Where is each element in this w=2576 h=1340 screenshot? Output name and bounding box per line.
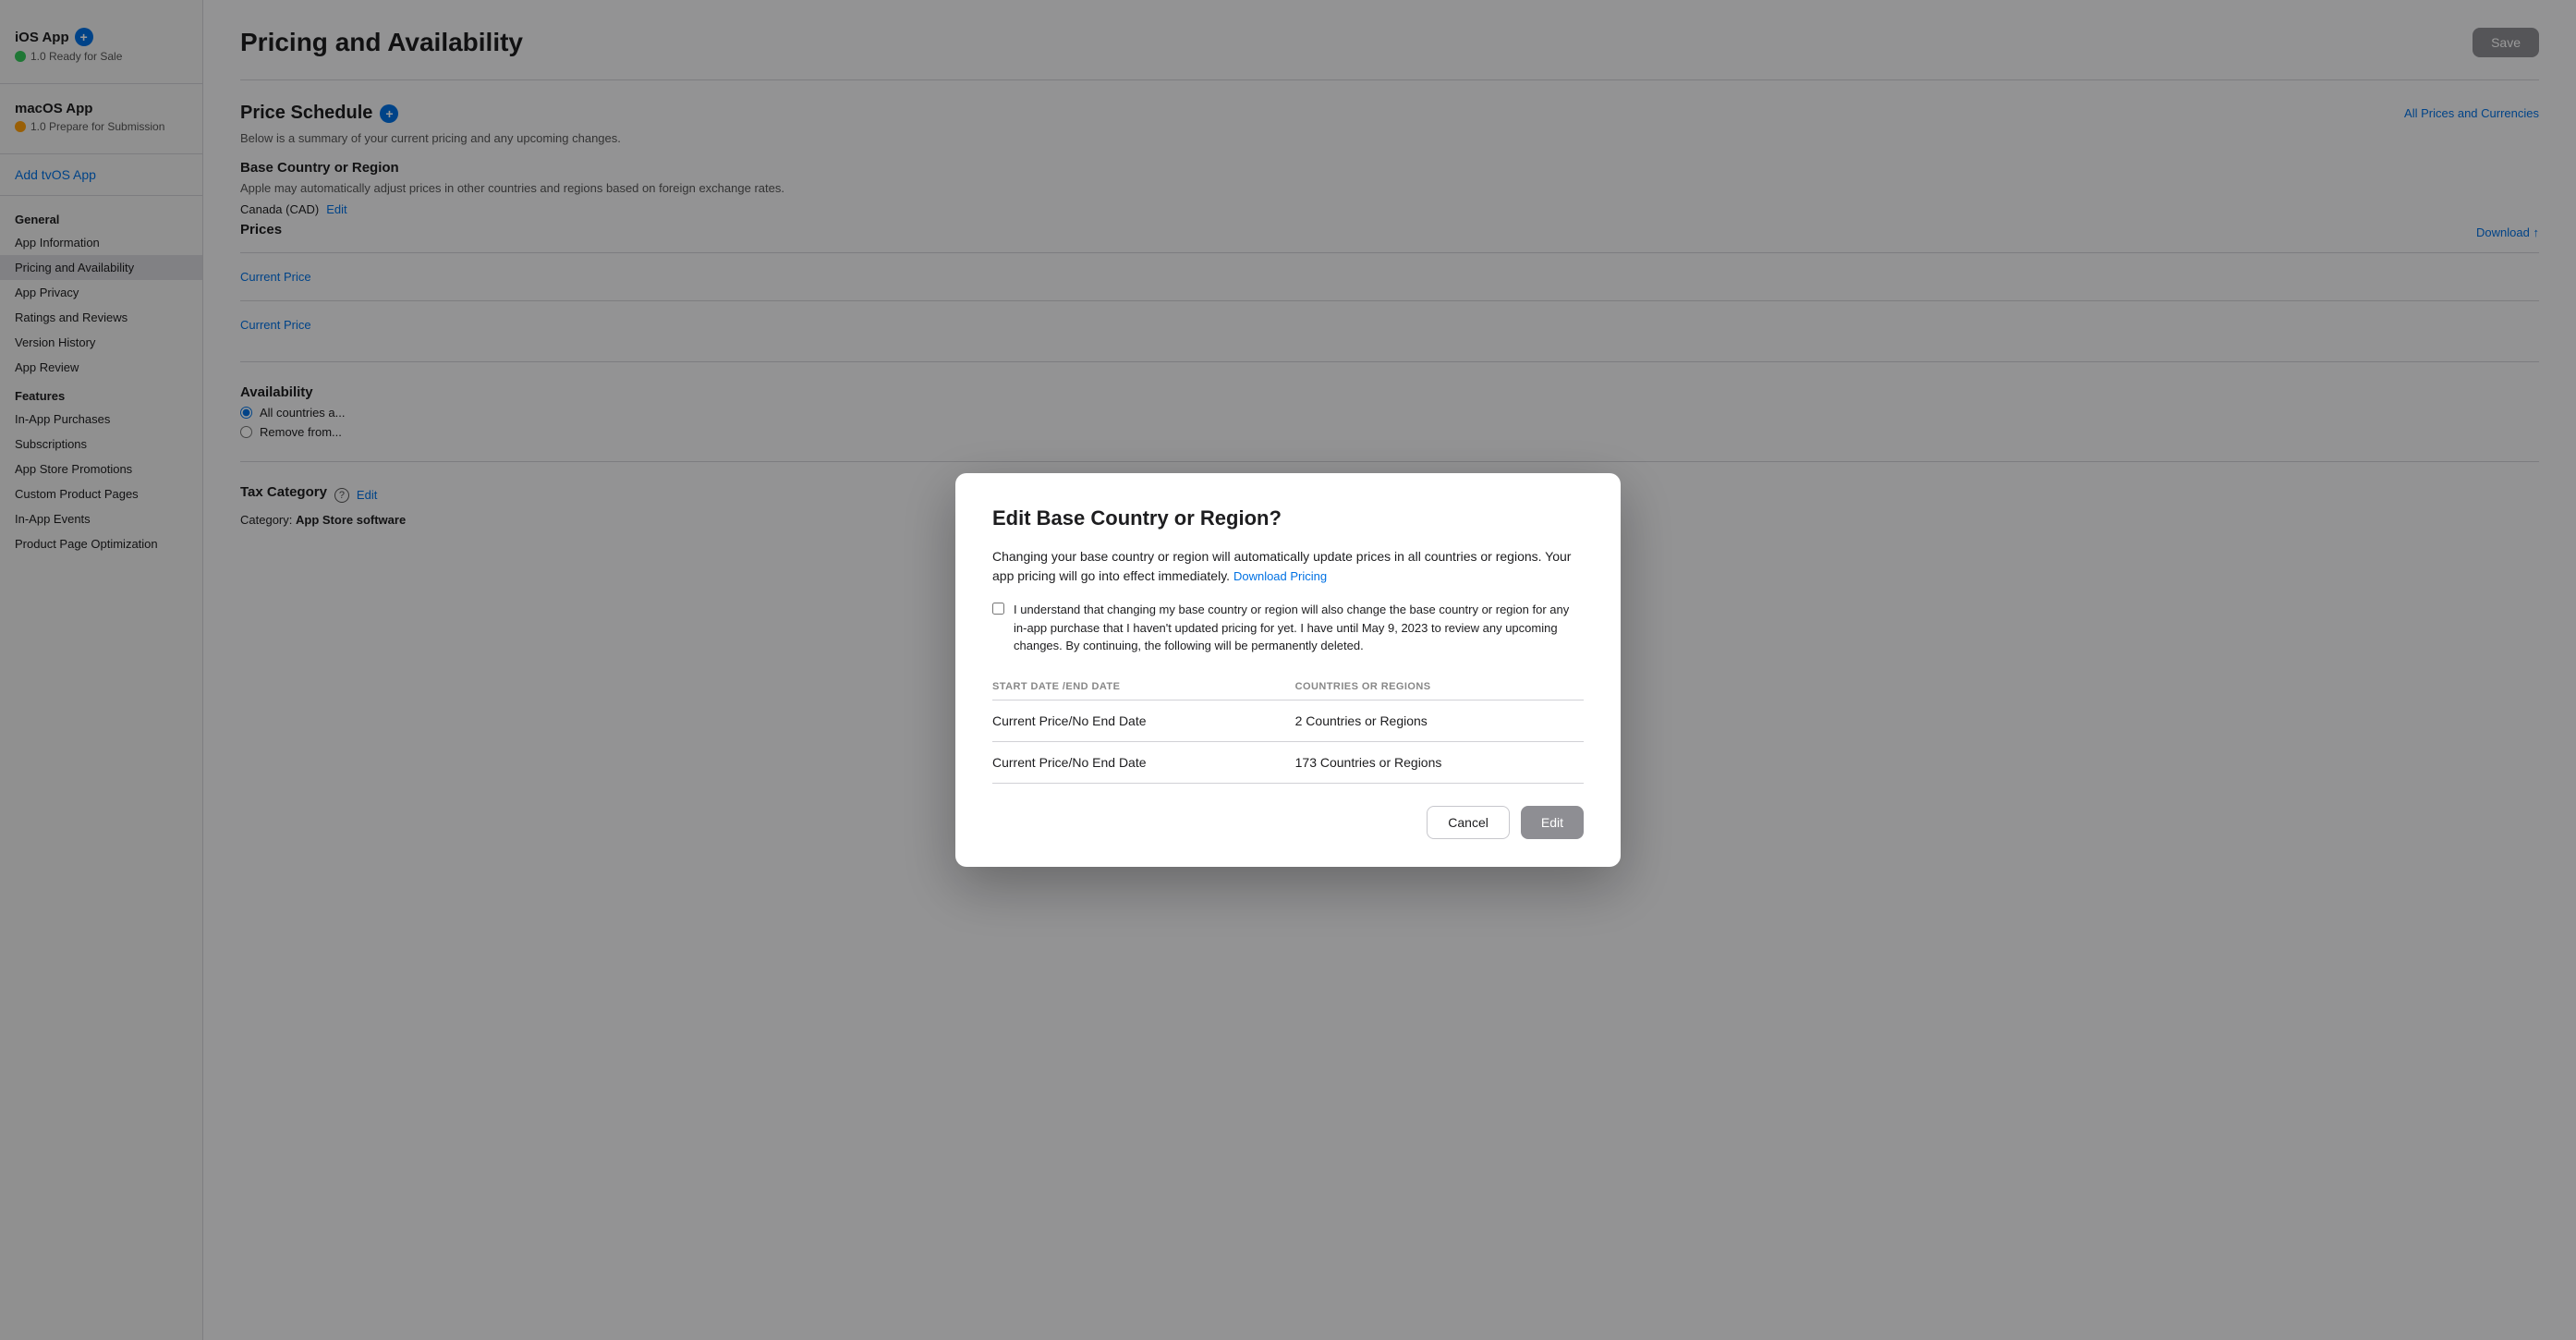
modal-actions: Cancel Edit (992, 806, 1584, 839)
modal-table-row: Current Price/No End Date2 Countries or … (992, 700, 1584, 741)
modal-checkbox-text: I understand that changing my base count… (1014, 601, 1584, 655)
modal-table-regions-1: 173 Countries or Regions (1295, 741, 1584, 783)
modal-col2-header: COUNTRIES OR REGIONS (1295, 674, 1584, 700)
modal-overlay[interactable]: Edit Base Country or Region? Changing yo… (0, 0, 2576, 1340)
modal-dialog: Edit Base Country or Region? Changing yo… (955, 473, 1621, 867)
modal-table-row: Current Price/No End Date173 Countries o… (992, 741, 1584, 783)
modal-table-regions-0: 2 Countries or Regions (1295, 700, 1584, 741)
edit-button[interactable]: Edit (1521, 806, 1584, 839)
modal-table-date-0: Current Price/No End Date (992, 700, 1295, 741)
modal-col1-header: START DATE /END DATE (992, 674, 1295, 700)
modal-title: Edit Base Country or Region? (992, 506, 1584, 530)
modal-table-date-1: Current Price/No End Date (992, 741, 1295, 783)
download-pricing-link[interactable]: Download Pricing (1233, 569, 1327, 583)
modal-checkbox-row: I understand that changing my base count… (992, 601, 1584, 655)
modal-checkbox[interactable] (992, 603, 1004, 615)
cancel-button[interactable]: Cancel (1427, 806, 1510, 839)
modal-description: Changing your base country or region wil… (992, 547, 1584, 586)
modal-table: START DATE /END DATE COUNTRIES OR REGION… (992, 674, 1584, 784)
